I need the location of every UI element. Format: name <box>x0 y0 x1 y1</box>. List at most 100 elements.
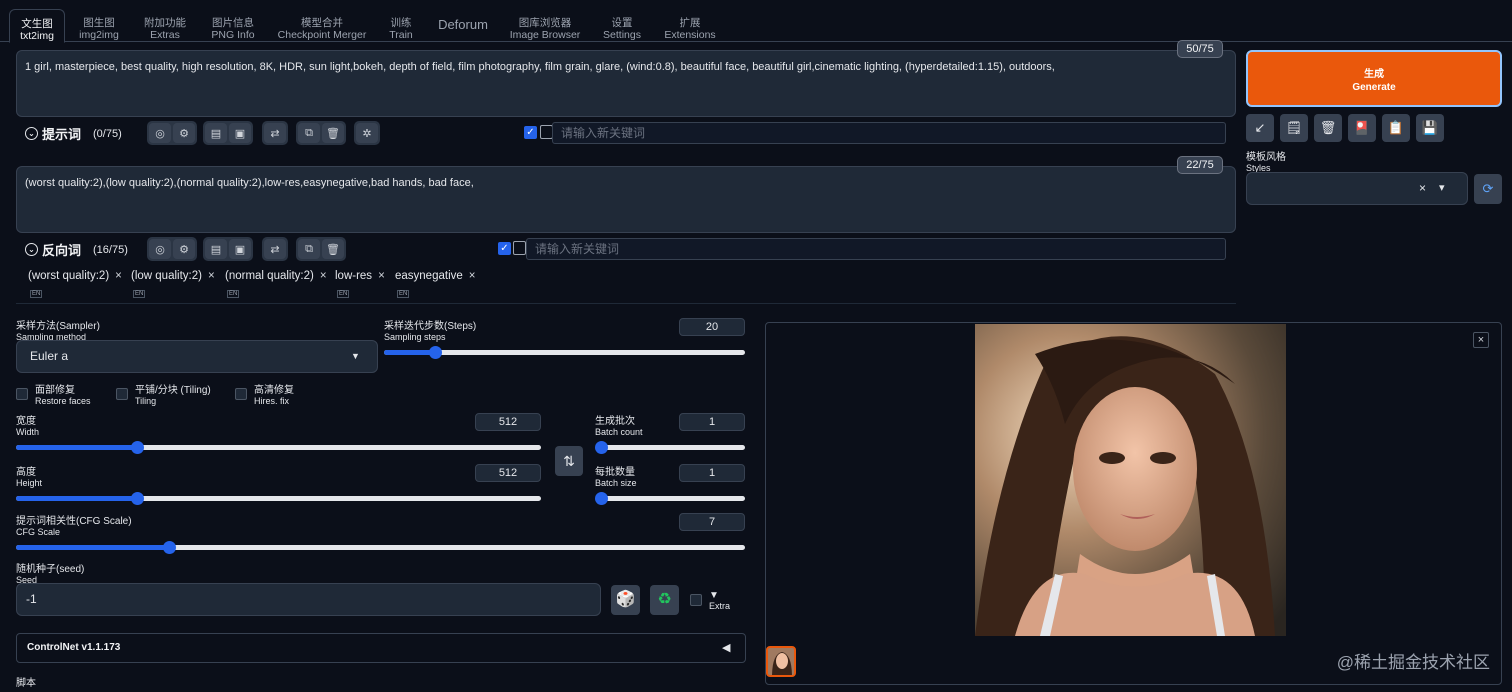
swap-dimensions-icon[interactable]: ⇅ <box>555 446 583 476</box>
tab-deforum[interactable]: Deforum <box>432 9 494 42</box>
globe-icon[interactable]: ◎ <box>149 123 171 143</box>
tab-train[interactable]: 训练 Train <box>382 9 420 42</box>
tag-easynegative[interactable]: easynegative × EN <box>395 270 476 298</box>
steps-slider[interactable] <box>384 346 745 359</box>
trash-icon[interactable]: 🗑 <box>322 123 344 143</box>
batch-count-input[interactable]: 1 <box>679 413 745 431</box>
cfg-slider[interactable] <box>16 541 745 554</box>
caret-down-icon: ▼ <box>351 351 360 361</box>
steps-label: 采样迭代步数(Steps) Sampling steps <box>384 321 477 342</box>
slider-thumb[interactable] <box>595 441 608 454</box>
generate-button[interactable]: 生成 Generate <box>1246 50 1502 107</box>
bookmark-icon[interactable]: ▣ <box>229 239 251 259</box>
slider-thumb[interactable] <box>130 492 144 505</box>
bookmark-icon[interactable]: ▣ <box>229 123 251 143</box>
dice-icon[interactable]: 🎲 <box>611 585 640 615</box>
negative-keyword-checkbox[interactable]: ✓ <box>498 242 511 255</box>
prompt-title: 提示词 <box>42 127 82 142</box>
close-icon[interactable]: × <box>469 270 476 282</box>
styles-dropdown[interactable]: × ▾ <box>1246 172 1468 205</box>
negative-prompt-textarea[interactable]: (worst quality:2),(low quality:2),(norma… <box>16 166 1236 233</box>
tab-img2img[interactable]: 图生图 img2img <box>72 9 126 42</box>
tag-edit-icon[interactable]: EN <box>337 290 350 298</box>
height-slider[interactable] <box>16 492 541 505</box>
cfg-input[interactable]: 7 <box>679 513 745 531</box>
negative-toggle[interactable]: ⌄ 反向词 (16/75) <box>25 240 128 259</box>
tag-edit-icon[interactable]: EN <box>227 290 240 298</box>
width-label: 宽度 Width <box>16 416 40 437</box>
prompt-textarea[interactable]: 1 girl, masterpiece, best quality, high … <box>16 50 1236 117</box>
width-input[interactable]: 512 <box>475 413 541 431</box>
batch-size-input[interactable]: 1 <box>679 464 745 482</box>
negative-keyword-toggle[interactable] <box>513 241 526 255</box>
tab-image-browser[interactable]: 图库浏览器 Image Browser <box>506 9 584 42</box>
prompt-toggle[interactable]: ⌄ 提示词 (0/75) <box>25 124 122 143</box>
controlnet-accordion[interactable]: ControlNet v1.1.173 ◀ <box>16 633 746 663</box>
negative-title: 反向词 <box>42 243 82 258</box>
height-input[interactable]: 512 <box>475 464 541 482</box>
clear-icon[interactable]: × <box>1419 181 1426 195</box>
list-search-icon[interactable]: ▤ <box>205 123 227 143</box>
trash-icon[interactable]: 🗑 <box>322 239 344 259</box>
gear-icon[interactable]: ⚙ <box>173 239 195 259</box>
prompt-keyword-input[interactable]: 请输入新关键词 <box>552 122 1226 144</box>
seed-input[interactable]: -1 <box>16 583 601 616</box>
tag-edit-icon[interactable]: EN <box>397 290 410 298</box>
copy-icon[interactable]: ⧉ <box>298 123 320 143</box>
negative-keyword-input[interactable]: 请输入新关键词 <box>526 238 1226 260</box>
hires-fix-checkbox[interactable] <box>235 388 247 400</box>
batch-size-slider[interactable] <box>595 492 745 505</box>
portrait-image <box>975 324 1286 636</box>
globe-icon[interactable]: ◎ <box>149 239 171 259</box>
clipboard-icon[interactable]: 📋 <box>1382 114 1410 142</box>
copy-icon[interactable]: ⧉ <box>298 239 320 259</box>
tab-png-info[interactable]: 图片信息 PNG Info <box>204 9 262 42</box>
generated-image[interactable] <box>975 324 1286 636</box>
gallery-thumbnail[interactable] <box>766 646 796 677</box>
slider-thumb[interactable] <box>595 492 608 505</box>
slider-thumb[interactable] <box>428 346 442 359</box>
red-card-icon[interactable]: 🎴 <box>1348 114 1376 142</box>
openai-icon[interactable]: ✲ <box>356 123 378 143</box>
gear-icon[interactable]: ⚙ <box>173 123 195 143</box>
batch-count-slider[interactable] <box>595 441 745 454</box>
close-icon[interactable]: × <box>115 270 122 282</box>
tab-checkpoint-merger[interactable]: 模型合并 Checkpoint Merger <box>276 9 368 42</box>
close-icon[interactable]: × <box>378 270 385 282</box>
translate-icon[interactable]: ⇄ <box>264 239 286 259</box>
close-icon[interactable]: × <box>208 270 215 282</box>
tab-txt2img[interactable]: 文生图 txt2img <box>9 9 65 43</box>
slider-thumb[interactable] <box>130 441 144 454</box>
arrow-in-icon[interactable]: ↙ <box>1246 114 1274 142</box>
translate-icon[interactable]: ⇄ <box>264 123 286 143</box>
tag-low-res[interactable]: low-res × EN <box>335 270 385 298</box>
tag-edit-icon[interactable]: EN <box>30 290 43 298</box>
recycle-icon[interactable]: ♻ <box>650 585 679 615</box>
save-icon[interactable]: 💾 <box>1416 114 1444 142</box>
list-search-icon[interactable]: ▤ <box>205 239 227 259</box>
chevron-down-icon[interactable]: ▾ <box>1439 181 1445 194</box>
sampler-dropdown[interactable]: Euler a ▼ <box>16 340 378 373</box>
trash-icon[interactable]: 🗑 <box>1314 114 1342 142</box>
restore-faces-checkbox[interactable] <box>16 388 28 400</box>
tiling-checkbox[interactable] <box>116 388 128 400</box>
tag-edit-icon[interactable]: EN <box>133 290 146 298</box>
prompt-keyword-checkbox[interactable]: ✓ <box>524 126 537 139</box>
hires-fix-label: 高清修复 Hires. fix <box>254 385 294 406</box>
tab-settings[interactable]: 设置 Settings <box>598 9 646 42</box>
tag-worst-quality[interactable]: (worst quality:2) × EN <box>28 270 122 298</box>
note-icon[interactable]: 🗒 <box>1280 114 1308 142</box>
close-icon[interactable]: × <box>1473 332 1489 348</box>
slider-thumb[interactable] <box>163 541 177 554</box>
tag-normal-quality[interactable]: (normal quality:2) × EN <box>225 270 327 298</box>
refresh-icon[interactable]: ⟳ <box>1474 174 1502 204</box>
extra-seed-checkbox[interactable] <box>690 594 702 606</box>
steps-input[interactable]: 20 <box>679 318 745 336</box>
width-slider[interactable] <box>16 441 541 454</box>
batch-size-label: 每批数量 Batch size <box>595 467 637 488</box>
tab-extras[interactable]: 附加功能 Extras <box>136 9 194 42</box>
close-icon[interactable]: × <box>320 270 327 282</box>
negative-token-counter: 22/75 <box>1177 156 1223 174</box>
tag-low-quality[interactable]: (low quality:2) × EN <box>131 270 215 298</box>
tab-extensions[interactable]: 扩展 Extensions <box>660 9 720 42</box>
